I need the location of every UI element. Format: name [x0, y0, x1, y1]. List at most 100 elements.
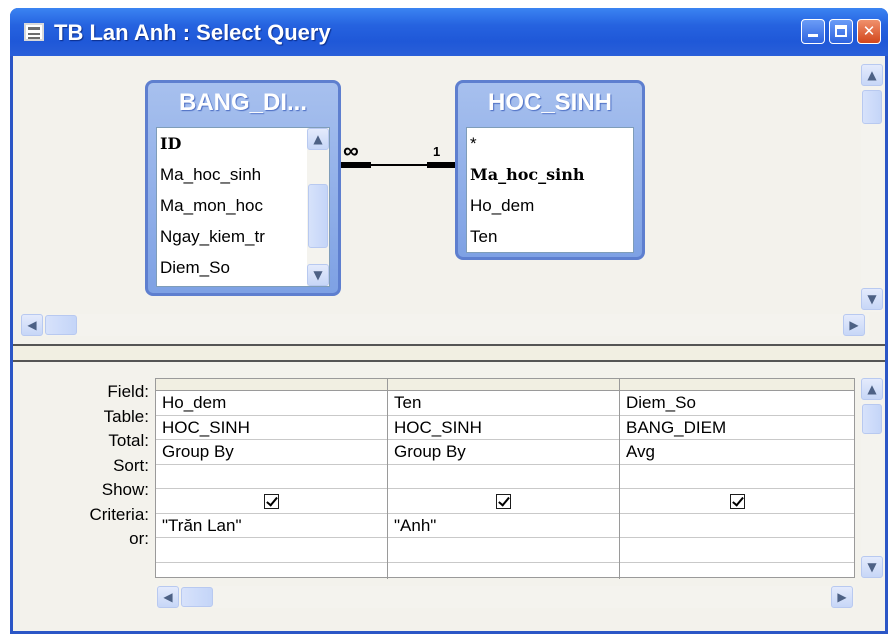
scroll-up-arrow-icon: ▲	[867, 382, 877, 396]
cell-show[interactable]	[388, 489, 619, 514]
scroll-up-button[interactable]: ▲	[861, 64, 883, 86]
field-list-body: ID Ma_hoc_sinh Ma_mon_hoc Ngay_kiem_tr D…	[156, 127, 330, 287]
cell-show[interactable]	[156, 489, 387, 514]
many-label: ∞	[343, 138, 359, 163]
show-checkbox[interactable]	[729, 494, 745, 510]
maximize-icon	[835, 25, 847, 37]
show-checkbox[interactable]	[264, 494, 279, 510]
cell-field[interactable]: Diem_So	[620, 391, 854, 416]
field-list-body: * Ma_hoc_sinh Ho_dem Ten	[466, 127, 634, 253]
grid-horizontal-scrollbar[interactable]: ◀ ▶	[155, 586, 855, 608]
scroll-down-button[interactable]: ▼	[861, 288, 883, 310]
scroll-down-arrow-icon: ▼	[867, 560, 877, 574]
title-bar[interactable]: TB Lan Anh : Select Query ✕	[10, 8, 888, 56]
row-label-field: Field:	[107, 382, 149, 401]
cell-total[interactable]: Group By	[156, 440, 387, 465]
field-ma-hoc-sinh[interactable]: Ma_hoc_sinh	[467, 159, 633, 190]
scroll-left-button[interactable]: ◀	[21, 314, 43, 336]
cell-field[interactable]: Ho_dem	[156, 391, 387, 416]
scroll-down-arrow-icon: ▼	[313, 268, 323, 282]
cell-table[interactable]: BANG_DIEM	[620, 416, 854, 440]
cell-show[interactable]	[620, 489, 854, 514]
field-list-bang-diem[interactable]: BANG_DI... ID Ma_hoc_sinh Ma_mon_hoc Nga…	[145, 80, 341, 296]
minimize-button[interactable]	[801, 19, 825, 44]
cell-sort[interactable]	[156, 465, 387, 489]
query-icon	[24, 23, 44, 41]
field-all[interactable]: *	[467, 128, 633, 159]
scroll-up-arrow-icon: ▲	[867, 68, 877, 82]
scroll-right-arrow-icon: ▶	[849, 318, 859, 332]
cell-criteria[interactable]	[620, 514, 854, 538]
cell-field[interactable]: Ten	[388, 391, 619, 416]
design-vertical-scrollbar[interactable]: ▲ ▼	[861, 64, 883, 312]
field-ma-mon-hoc[interactable]: Ma_mon_hoc	[157, 190, 329, 221]
row-label-or: or:	[129, 529, 149, 548]
row-label-show: Show:	[101, 480, 149, 499]
cell-criteria[interactable]: "Anh"	[388, 514, 619, 538]
row-label-total: Total:	[108, 431, 149, 450]
minimize-icon	[808, 34, 818, 37]
scroll-thumb[interactable]	[862, 90, 882, 124]
query-design-grid: Ho_dem HOC_SINH Group By "Trăn Lan" Ten …	[155, 378, 855, 579]
column-selector[interactable]	[388, 379, 619, 391]
scroll-thumb[interactable]	[308, 184, 328, 248]
scroll-thumb[interactable]	[862, 404, 882, 434]
scroll-thumb[interactable]	[181, 587, 213, 607]
grid-vertical-scrollbar[interactable]: ▲ ▼	[861, 378, 883, 578]
grid-column-ten[interactable]: Ten HOC_SINH Group By "Anh"	[388, 379, 620, 579]
field-id[interactable]: ID	[157, 128, 329, 159]
cell-total[interactable]: Avg	[620, 440, 854, 465]
field-list-title[interactable]: BANG_DI...	[148, 89, 338, 117]
field-diem-so[interactable]: Diem_So	[157, 252, 329, 283]
close-icon: ✕	[862, 22, 876, 40]
row-label-criteria: Criteria:	[89, 504, 149, 524]
one-label: 1	[433, 144, 441, 159]
show-checkbox[interactable]	[496, 494, 511, 510]
scroll-up-button[interactable]: ▲	[307, 128, 329, 150]
field-ngay-kiem-tra[interactable]: Ngay_kiem_tr	[157, 221, 329, 252]
grid-row-labels: Field: Table: Total: Sort: Show: Criteri…	[13, 380, 153, 552]
cell-or[interactable]	[156, 538, 387, 563]
field-list-title[interactable]: HOC_SINH	[458, 89, 642, 117]
scroll-left-arrow-icon: ◀	[163, 590, 173, 604]
scroll-up-arrow-icon: ▲	[313, 132, 323, 146]
cell-or[interactable]	[620, 538, 854, 563]
row-label-sort: Sort:	[113, 455, 149, 475]
cell-sort[interactable]	[620, 465, 854, 489]
scroll-down-arrow-icon: ▼	[867, 292, 877, 306]
cell-or[interactable]	[388, 538, 619, 563]
scroll-left-button[interactable]: ◀	[157, 586, 179, 608]
cell-table[interactable]: HOC_SINH	[156, 416, 387, 440]
field-ten[interactable]: Ten	[467, 221, 633, 252]
close-button[interactable]: ✕	[857, 19, 881, 44]
scroll-thumb[interactable]	[45, 315, 77, 335]
window-title: TB Lan Anh : Select Query	[54, 20, 331, 45]
column-selector[interactable]	[156, 379, 387, 391]
cell-total[interactable]: Group By	[388, 440, 619, 465]
scroll-right-arrow-icon: ▶	[837, 590, 847, 604]
maximize-button[interactable]	[829, 19, 853, 44]
scroll-down-button[interactable]: ▼	[307, 264, 329, 286]
scroll-right-button[interactable]: ▶	[831, 586, 853, 608]
field-list-scrollbar[interactable]: ▲ ▼	[307, 128, 329, 286]
cell-table[interactable]: HOC_SINH	[388, 416, 619, 440]
cell-criteria[interactable]: "Trăn Lan"	[156, 514, 387, 538]
scroll-up-button[interactable]: ▲	[861, 378, 883, 400]
join-line-one-end	[427, 162, 455, 168]
field-ho-dem[interactable]: Ho_dem	[467, 190, 633, 221]
query-window: TB Lan Anh : Select Query ✕ BANG_DI... I…	[10, 8, 888, 634]
design-grid-pane: Field: Table: Total: Sort: Show: Criteri…	[13, 362, 885, 631]
grid-column-ho-dem[interactable]: Ho_dem HOC_SINH Group By "Trăn Lan"	[156, 379, 388, 579]
table-design-pane: BANG_DI... ID Ma_hoc_sinh Ma_mon_hoc Nga…	[13, 56, 885, 344]
grid-column-diem-so[interactable]: Diem_So BANG_DIEM Avg	[620, 379, 854, 579]
cell-sort[interactable]	[388, 465, 619, 489]
row-label-table: Table:	[103, 406, 149, 426]
design-horizontal-scrollbar[interactable]: ◀ ▶	[21, 314, 869, 336]
pane-splitter[interactable]	[13, 344, 885, 362]
column-selector[interactable]	[620, 379, 854, 391]
field-list-hoc-sinh[interactable]: HOC_SINH * Ma_hoc_sinh Ho_dem Ten	[455, 80, 645, 260]
field-ma-hoc-sinh[interactable]: Ma_hoc_sinh	[157, 159, 329, 190]
scroll-left-arrow-icon: ◀	[27, 318, 37, 332]
scroll-right-button[interactable]: ▶	[843, 314, 865, 336]
scroll-down-button[interactable]: ▼	[861, 556, 883, 578]
